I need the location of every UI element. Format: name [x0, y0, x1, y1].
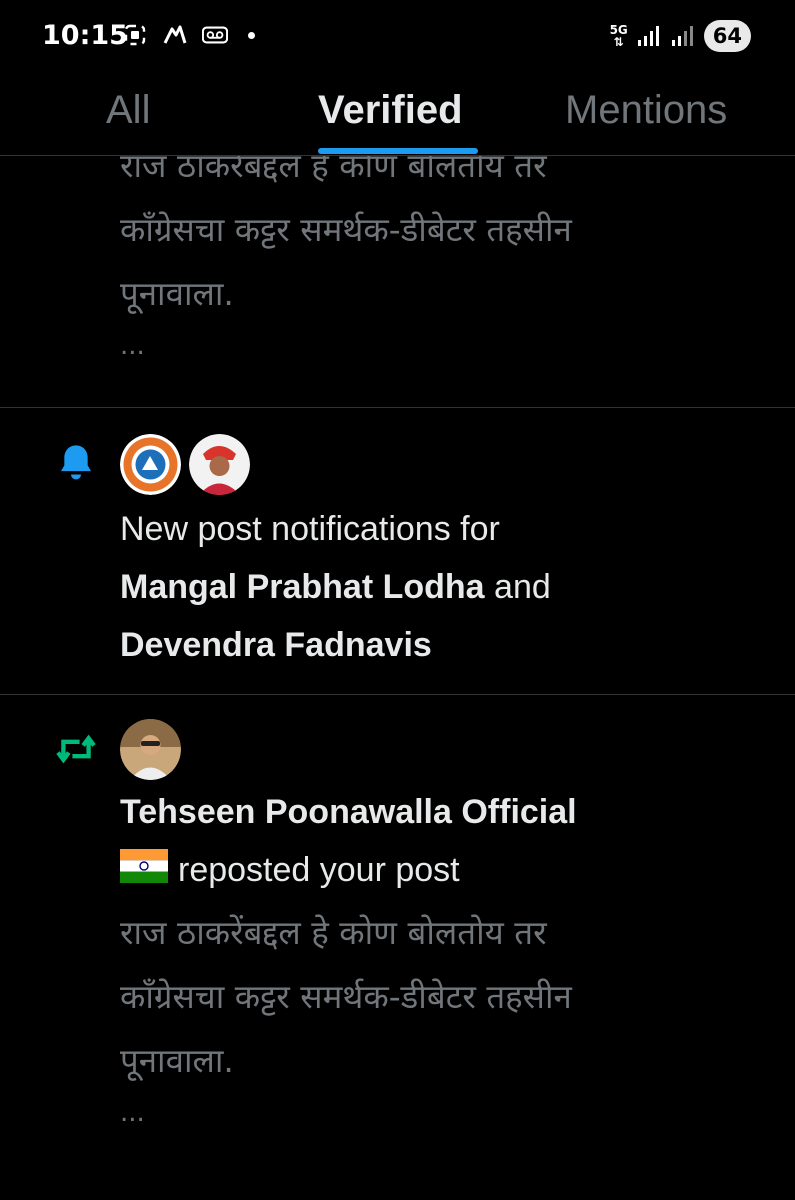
repost-action: reposted your post — [178, 851, 460, 889]
more-ellipsis: ... — [120, 1098, 145, 1129]
repost-icon — [54, 731, 98, 771]
post-text-line: काँग्रेसचा कट्टर समर्थक-डीबेटर तहसीन — [120, 977, 572, 1017]
status-icons — [122, 22, 255, 48]
post-text-line: पूनावाला. — [120, 274, 234, 313]
account-name[interactable]: Tehseen Poonawalla Official — [120, 793, 577, 831]
network-type: 5G ⇅ — [609, 23, 628, 49]
avatar[interactable] — [120, 434, 181, 495]
notification-item[interactable]: राज ठाकरेंबद्दल हे कोण बोलतोय तर काँग्रे… — [0, 156, 795, 408]
screenshot-icon — [122, 22, 148, 48]
account-name[interactable]: Mangal Prabhat Lodha — [120, 568, 485, 606]
tab-mentions[interactable]: Mentions — [565, 88, 727, 133]
notification-item[interactable]: New post notifications for Mangal Prabha… — [0, 408, 795, 695]
bell-icon — [56, 442, 96, 486]
post-text-line: पूनावाला. — [120, 1041, 234, 1081]
notification-tabs: All Verified Mentions — [0, 78, 795, 156]
signal-2-icon — [670, 23, 696, 49]
status-bar: 10:15 5G ⇅ 64 — [0, 0, 795, 78]
account-name[interactable]: Devendra Fadnavis — [120, 626, 432, 664]
notification-text: New post notifications for Mangal Prabha… — [120, 500, 760, 674]
notification-prefix: New post notifications for — [120, 510, 500, 548]
avatar-group — [120, 719, 181, 780]
post-preview: राज ठाकरेंबद्दल हे कोण बोलतोय तर काँग्रे… — [120, 156, 760, 366]
avatar[interactable] — [120, 719, 181, 780]
status-time: 10:15 — [42, 20, 128, 51]
avatar[interactable] — [189, 434, 250, 495]
battery-indicator: 64 — [703, 20, 751, 52]
notification-text: Tehseen Poonawalla Official reposted you… — [120, 783, 760, 901]
india-flag-icon — [120, 843, 168, 901]
post-text-line: काँग्रेसचा कट्टर समर्थक-डीबेटर तहसीन — [120, 210, 572, 249]
notification-joiner: and — [494, 568, 551, 606]
avatar-group — [120, 434, 250, 495]
more-notifications-dot — [248, 31, 255, 39]
tab-all[interactable]: All — [106, 88, 150, 133]
post-text-line: राज ठाकरेंबद्दल हे कोण बोलतोय तर — [120, 156, 547, 185]
status-right: 5G ⇅ 64 — [610, 20, 751, 52]
app-notification-icon — [162, 22, 188, 48]
notification-list: राज ठाकरेंबद्दल हे कोण बोलतोय तर काँग्रे… — [0, 156, 795, 1200]
signal-icon — [636, 23, 662, 49]
more-ellipsis: ... — [120, 331, 145, 361]
notification-item[interactable]: Tehseen Poonawalla Official reposted you… — [0, 695, 795, 1195]
post-text-line: राज ठाकरेंबद्दल हे कोण बोलतोय तर — [120, 913, 547, 953]
active-tab-indicator — [318, 148, 478, 154]
notification-body: Tehseen Poonawalla Official reposted you… — [120, 783, 780, 1133]
tab-verified[interactable]: Verified — [318, 88, 463, 133]
voicemail-icon — [202, 22, 228, 48]
